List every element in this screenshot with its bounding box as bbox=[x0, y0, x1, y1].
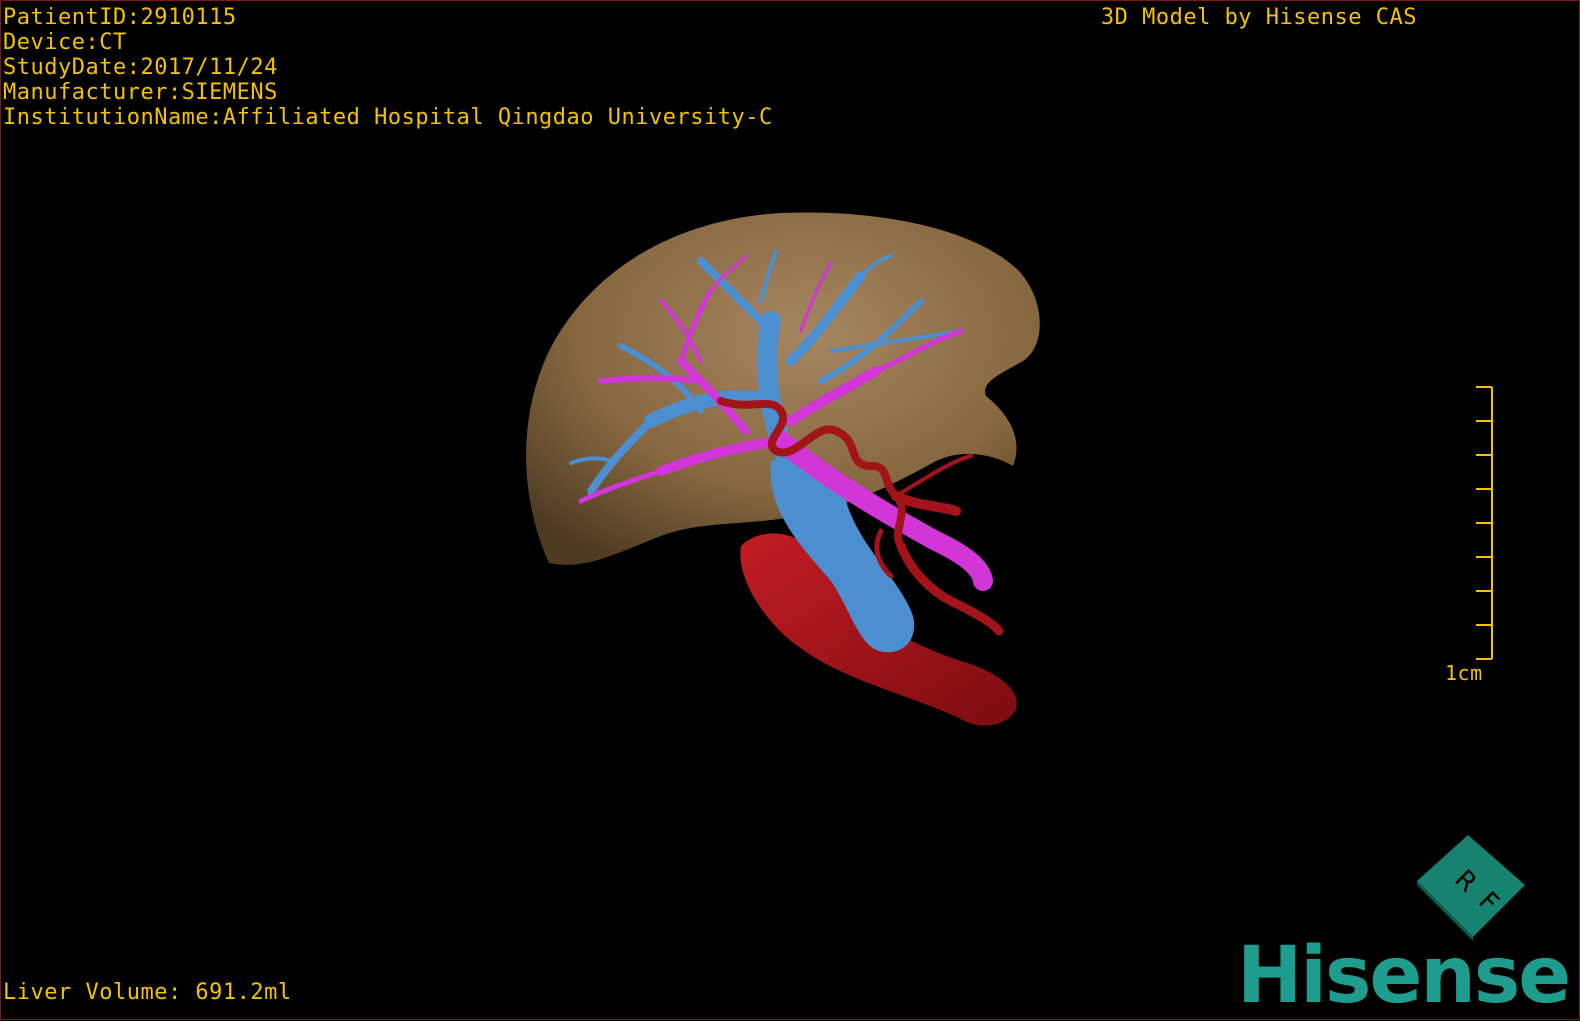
study-date-text: StudyDate:2017/11/24 bbox=[3, 55, 278, 80]
patient-id-text: PatientID:2910115 bbox=[3, 5, 237, 30]
liver-volume-text: Liver Volume: 691.2ml bbox=[3, 980, 292, 1005]
device-text: Device:CT bbox=[3, 30, 127, 55]
3d-viewport[interactable]: PatientID:2910115 Device:CT StudyDate:2017… bbox=[0, 0, 1580, 1020]
study-info-overlay: PatientID:2910115 Device:CT StudyDate:2017… bbox=[3, 5, 773, 130]
model-credit-text: 3D Model by Hisense CAS bbox=[1100, 5, 1417, 30]
liver-3d-model[interactable] bbox=[1, 1, 1580, 1021]
orientation-cube[interactable]: R F bbox=[1413, 833, 1533, 943]
scale-bar-label: 1cm bbox=[1445, 661, 1483, 685]
scale-bar bbox=[1476, 386, 1493, 660]
hisense-logo: Hisense bbox=[1237, 931, 1571, 1021]
manufacturer-text: Manufacturer:SIEMENS bbox=[3, 80, 278, 105]
institution-text: InstitutionName:Affiliated Hospital Qing… bbox=[3, 105, 773, 130]
